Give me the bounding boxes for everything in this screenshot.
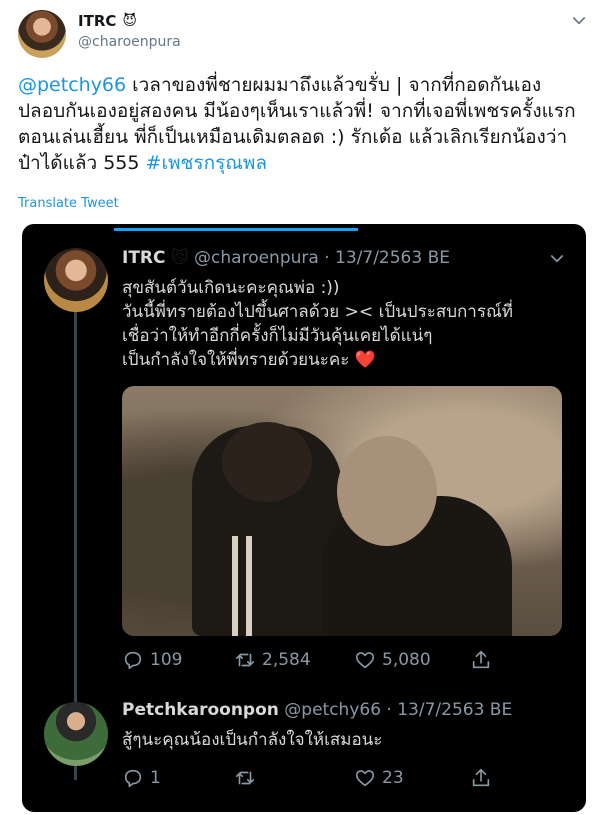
share-icon — [472, 650, 490, 669]
embedded-meta: @charoenpura · 13/7/2563 BE — [194, 248, 450, 268]
embedded-line: วันนี้พี่ทรายต้องไปขึ้นศาลด้วย >< เป็นปร… — [122, 302, 513, 322]
retweet-icon — [235, 771, 255, 785]
photo-jacket-stripe — [232, 536, 238, 636]
photo-child-head — [222, 422, 312, 502]
author-name[interactable]: ITRC — [78, 12, 116, 30]
reply-count: 109 — [150, 650, 183, 670]
tweet-text: @petchy66 เวลาของพี่ชายผมมาถึงแล้วขรั่บ … — [18, 72, 588, 176]
retweet-icon — [235, 653, 255, 667]
embedded-tweet-header: ITRC 😼 @charoenpura · 13/7/2563 BE — [122, 248, 450, 268]
translate-tweet-link[interactable]: Translate Tweet — [18, 196, 119, 211]
retweet-count: 2,584 — [262, 650, 311, 670]
author-emoji: 😈 — [122, 13, 137, 29]
like-action: 5,080 — [354, 648, 431, 672]
avatar — [44, 248, 108, 312]
embedded-reply-meta: @petchy66 · 13/7/2563 BE — [284, 700, 513, 720]
embedded-reply-name: Petchkaroonpon — [122, 700, 279, 720]
author-handle[interactable]: @charoenpura — [78, 34, 181, 50]
embedded-reply-header: Petchkaroonpon @petchy66 · 13/7/2563 BE — [122, 700, 512, 720]
mention-link[interactable]: @petchy66 — [18, 74, 126, 96]
tweet-header: ITRC 😈 @charoenpura — [18, 10, 588, 60]
embedded-tweet-text: สุขสันต์วันเกิดนะคะคุณพ่อ :)) วันนี้พี่ท… — [122, 276, 562, 372]
embedded-author-emoji: 😼 — [170, 248, 189, 268]
embedded-screenshot[interactable]: ITRC 😼 @charoenpura · 13/7/2563 BE สุขสั… — [22, 224, 586, 812]
like-action: 23 — [354, 766, 404, 790]
like-count: 5,080 — [382, 650, 431, 670]
retweet-action: 2,584 — [234, 648, 311, 672]
chevron-down-icon — [550, 255, 564, 263]
reply-icon — [124, 769, 142, 788]
hashtag-link[interactable]: #เพชรกรุณพล — [146, 152, 268, 174]
embedded-line: เชื่อว่าให้ทำอีกกี่ครั้งก็ไม่มีวันคุ้นเค… — [122, 326, 433, 346]
embedded-reply-text: สู้ๆนะคุณน้องเป็นกำลังใจให้เสมอนะ — [122, 730, 383, 750]
embedded-line: เป็นกำลังใจให้พี่ทรายด้วยนะคะ ❤️ — [122, 350, 376, 370]
embedded-actions: 109 2,584 5,080 — [122, 648, 562, 672]
like-count: 23 — [382, 768, 404, 788]
reply-action: 109 — [122, 648, 182, 672]
heart-icon — [355, 652, 375, 669]
share-icon — [472, 768, 490, 787]
share-action — [470, 766, 492, 790]
chevron-down-icon[interactable] — [570, 12, 588, 30]
photo-jacket-stripe — [246, 536, 252, 636]
photo-man-head — [337, 436, 437, 546]
embedded-author-name: ITRC — [122, 248, 166, 268]
retweet-action — [234, 766, 262, 790]
avatar[interactable] — [18, 10, 66, 58]
embed-top-accent — [114, 228, 358, 231]
embedded-reply-actions: 1 23 — [122, 766, 562, 790]
embedded-line: สุขสันต์วันเกิดนะคะคุณพ่อ :)) — [122, 278, 340, 298]
reply-icon — [124, 651, 142, 670]
reply-count: 1 — [150, 768, 161, 788]
heart-icon — [355, 770, 375, 787]
avatar — [44, 702, 108, 766]
share-action — [470, 648, 492, 672]
reply-action: 1 — [122, 766, 161, 790]
embedded-photo — [122, 386, 562, 636]
author-name-line[interactable]: ITRC 😈 — [78, 12, 137, 30]
